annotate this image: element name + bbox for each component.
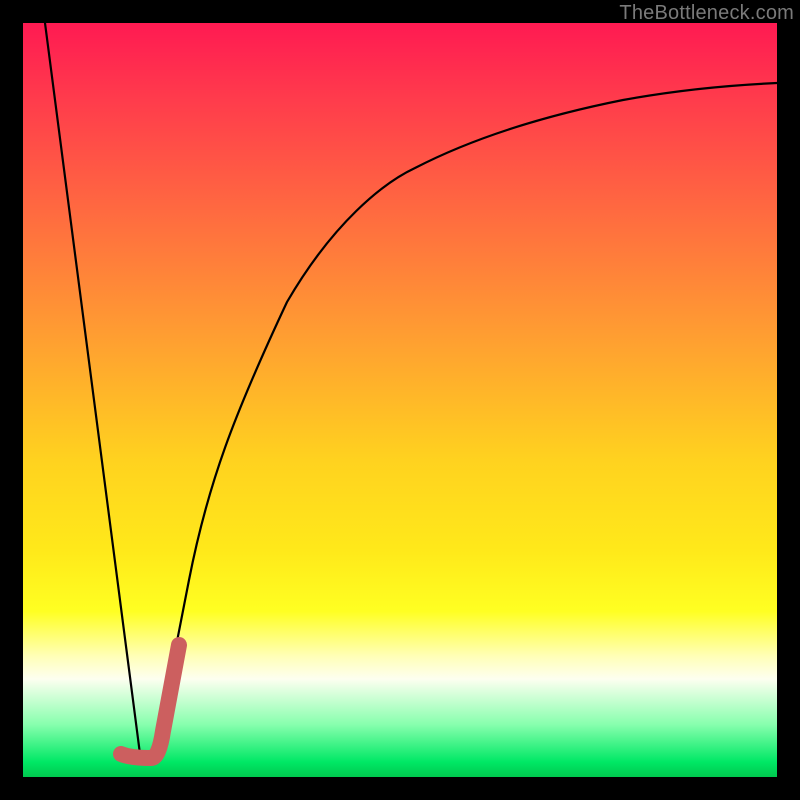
chart-frame: TheBottleneck.com [0,0,800,800]
watermark-text: TheBottleneck.com [619,2,794,25]
plot-background-gradient [23,23,777,777]
